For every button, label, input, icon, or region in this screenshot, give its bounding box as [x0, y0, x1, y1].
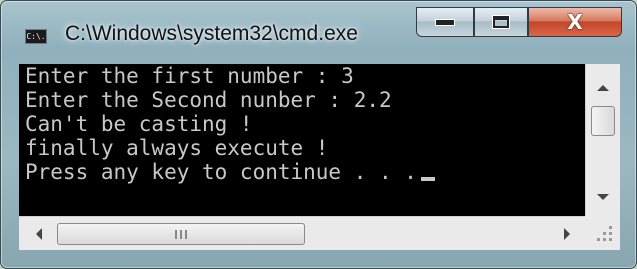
scroll-up-icon[interactable]	[597, 85, 609, 91]
console-line: Can't be casting !	[25, 112, 253, 136]
console-line-text: Press any key to continue . . .	[25, 160, 417, 184]
console-line: Enter the Second nunber : 2.2	[25, 88, 392, 112]
console-line: Enter the first number : 3	[25, 64, 354, 88]
maximize-icon	[493, 16, 509, 28]
vertical-scroll-thumb[interactable]	[591, 106, 615, 136]
horizontal-scrollbar[interactable]	[19, 216, 585, 250]
text-cursor	[420, 177, 435, 181]
cmd-window: C:\. C:\Windows\system32\cmd.exe X Enter…	[0, 0, 637, 269]
scroll-right-icon[interactable]	[564, 228, 570, 240]
console-output[interactable]: Enter the first number : 3 Enter the Sec…	[19, 64, 620, 216]
close-button[interactable]: X	[528, 7, 622, 37]
window-title: C:\Windows\system32\cmd.exe	[65, 22, 358, 45]
console-line-prompt: Press any key to continue . . .	[19, 160, 620, 184]
minimize-button[interactable]	[416, 7, 474, 37]
title-bar[interactable]: C:\. C:\Windows\system32\cmd.exe X	[1, 1, 636, 61]
grip-icon	[175, 229, 187, 239]
cmd-icon[interactable]: C:\.	[25, 29, 47, 44]
scroll-down-icon[interactable]	[597, 194, 609, 200]
close-icon: X	[567, 10, 583, 34]
horizontal-scroll-thumb[interactable]	[57, 223, 305, 245]
caption-buttons: X	[416, 7, 628, 39]
vertical-scrollbar[interactable]	[585, 64, 620, 216]
resize-grip[interactable]	[585, 216, 620, 250]
console-line: finally always execute !	[25, 136, 329, 160]
scroll-left-icon[interactable]	[36, 228, 42, 240]
maximize-button[interactable]	[474, 7, 528, 37]
minimize-icon	[435, 18, 455, 26]
